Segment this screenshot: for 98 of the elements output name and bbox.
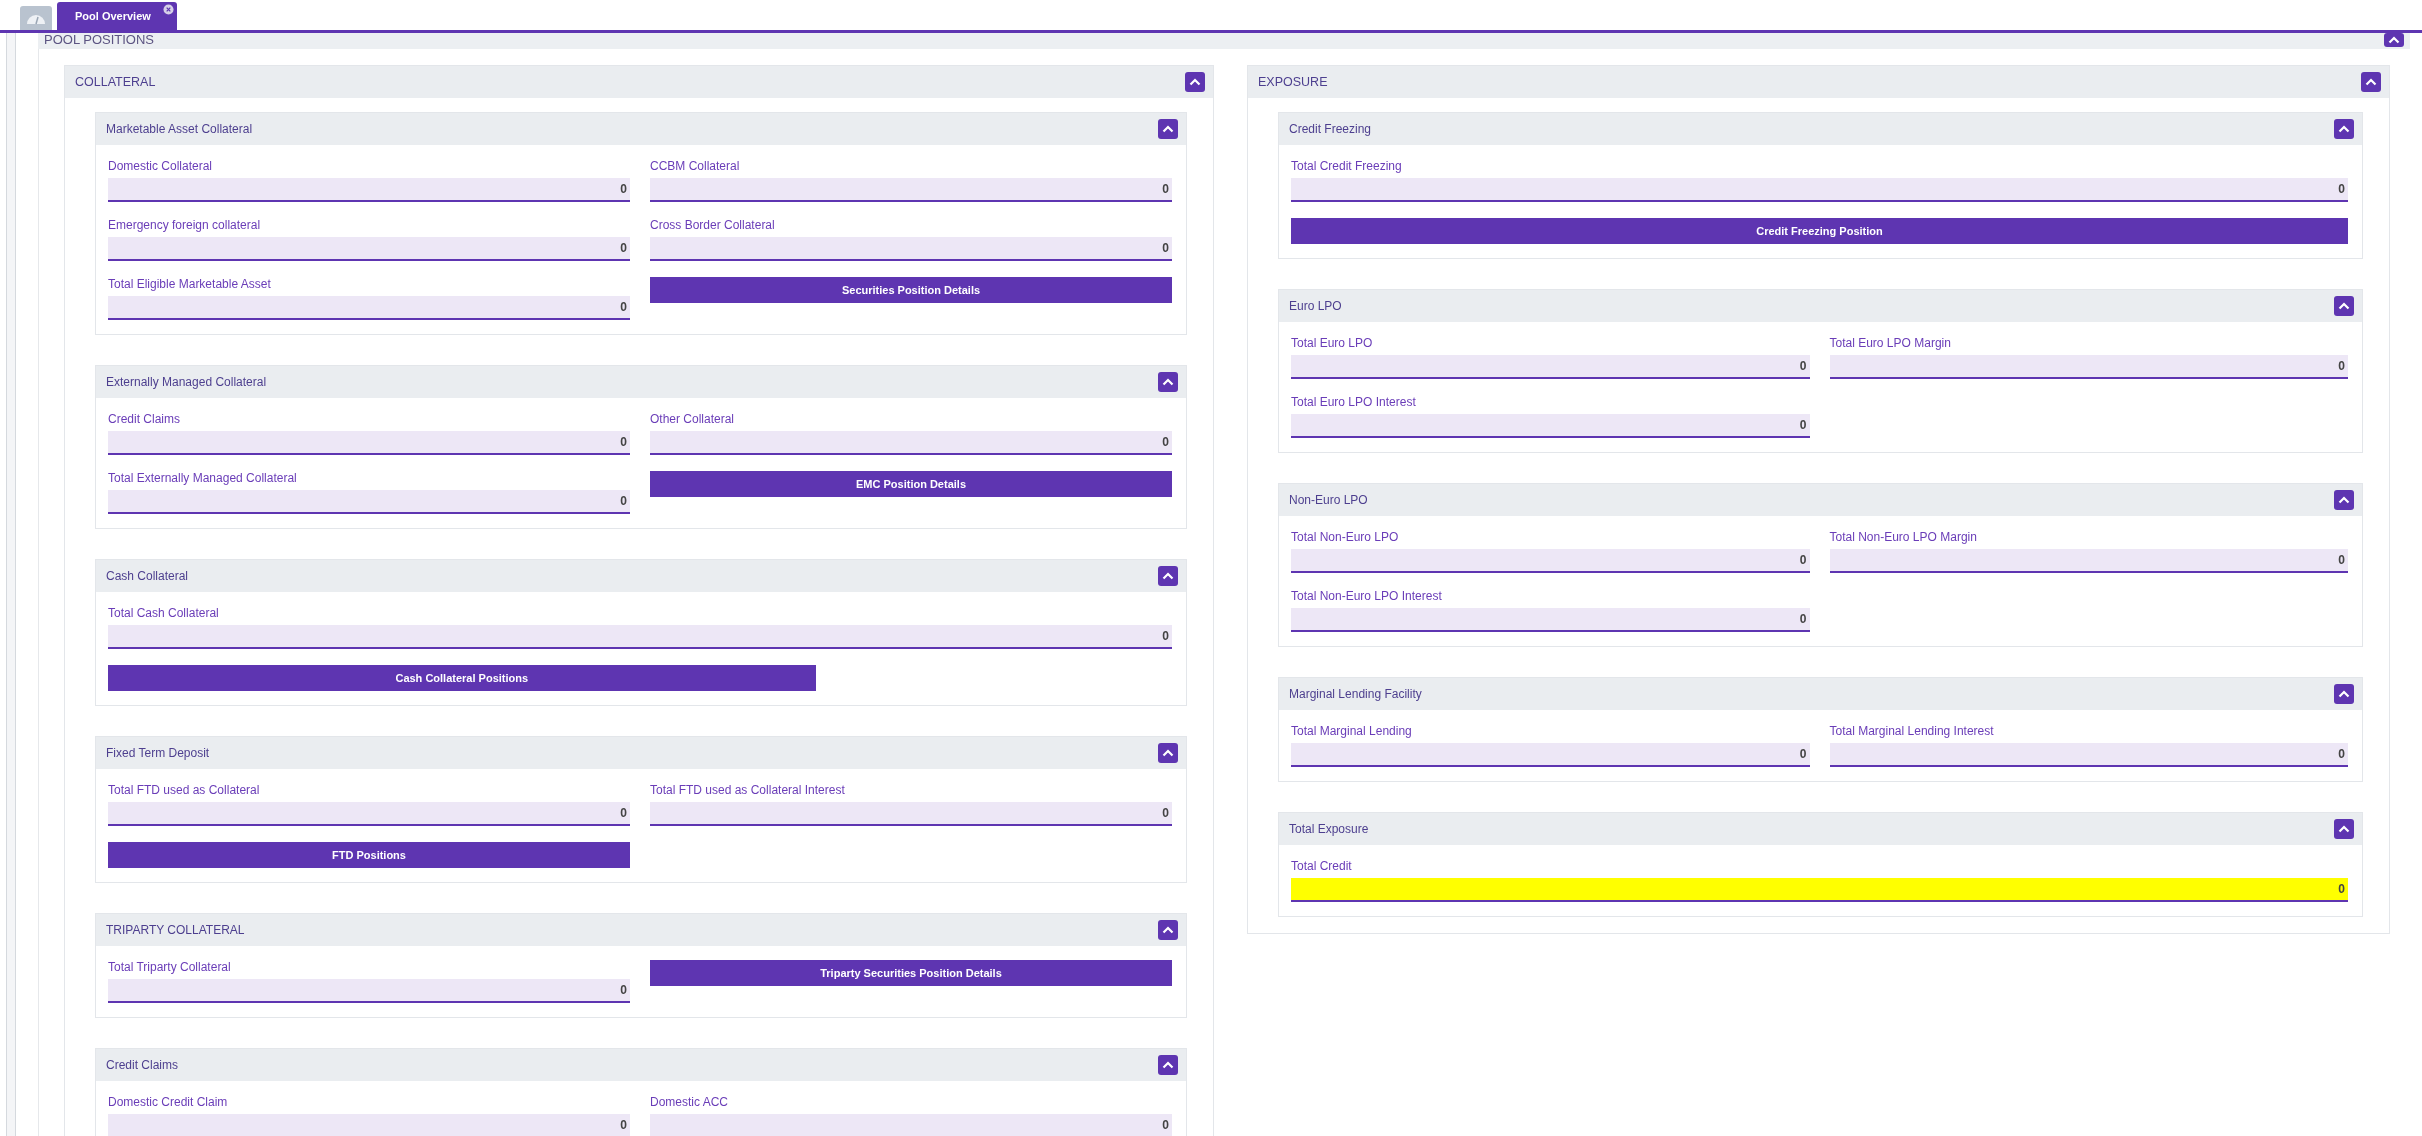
- field-label: Total Marginal Lending Interest: [1829, 724, 1995, 738]
- collapse-button[interactable]: [2334, 119, 2354, 139]
- action-button[interactable]: Triparty Securities Position Details: [650, 960, 1172, 986]
- field-label: Total Externally Managed Collateral: [108, 471, 298, 485]
- collapse-button[interactable]: [1158, 119, 1178, 139]
- chevron-up-icon: [1162, 926, 1174, 934]
- action-button[interactable]: EMC Position Details: [650, 471, 1172, 497]
- field-label: Total Non-Euro LPO Interest: [1291, 589, 1443, 603]
- section-title: Marginal Lending Facility: [1289, 687, 1422, 701]
- field-label: Other Collateral: [650, 412, 736, 426]
- chevron-up-icon: [1162, 749, 1174, 757]
- input-field[interactable]: 0: [650, 802, 1172, 826]
- chevron-up-icon: [2338, 496, 2350, 504]
- collapse-button[interactable]: [1158, 743, 1178, 763]
- chevron-up-icon: [1162, 572, 1174, 580]
- panel-title: POOL POSITIONS: [44, 34, 155, 46]
- section-title: Credit Claims: [106, 1058, 178, 1072]
- chevron-up-icon: [1162, 1061, 1174, 1069]
- field-label: Credit Claims: [108, 412, 181, 426]
- action-button[interactable]: FTD Positions: [108, 842, 630, 868]
- collapse-button[interactable]: [1158, 372, 1178, 392]
- field-label: Emergency foreign collateral: [108, 218, 262, 232]
- field-label: CCBM Collateral: [650, 159, 741, 173]
- input-field[interactable]: 0: [108, 490, 630, 514]
- input-field[interactable]: 0: [1291, 743, 1810, 767]
- input-field[interactable]: 0: [1829, 549, 2348, 573]
- input-field[interactable]: 0: [108, 979, 630, 1003]
- chevron-up-icon: [2338, 125, 2350, 133]
- input-field[interactable]: 0: [108, 802, 630, 826]
- section-title: Non-Euro LPO: [1289, 493, 1368, 507]
- field-label: Cross Border Collateral: [650, 218, 776, 232]
- action-button[interactable]: Cash Collateral Positions: [108, 665, 816, 691]
- input-field[interactable]: 0: [108, 178, 630, 202]
- chevron-up-icon: [2338, 302, 2350, 310]
- collapse-button[interactable]: [1158, 920, 1178, 940]
- input-field[interactable]: 0: [108, 431, 630, 455]
- section-title: Total Exposure: [1289, 822, 1369, 836]
- action-button[interactable]: Securities Position Details: [650, 277, 1172, 303]
- input-field[interactable]: 0: [1291, 549, 1810, 573]
- collapse-button[interactable]: [2361, 72, 2381, 92]
- field-label: Total Non-Euro LPO Margin: [1829, 530, 1978, 544]
- section-title: Credit Freezing: [1289, 122, 1372, 136]
- input-field[interactable]: 0: [108, 237, 630, 261]
- field-label: Total FTD used as Collateral Interest: [650, 783, 846, 797]
- chevron-up-icon: [2338, 825, 2350, 833]
- chevron-up-icon: [2388, 36, 2400, 44]
- input-field[interactable]: 0: [650, 1114, 1172, 1136]
- input-field[interactable]: 0: [1829, 743, 2348, 767]
- collapse-button[interactable]: [2334, 684, 2354, 704]
- chevron-up-icon: [1189, 78, 1201, 86]
- field-label: Total Non-Euro LPO: [1291, 530, 1400, 544]
- field-label: Total Eligible Marketable Asset: [108, 277, 272, 291]
- collapse-button[interactable]: [1158, 1055, 1178, 1075]
- panel-title: EXPOSURE: [1258, 75, 1328, 89]
- input-field[interactable]: 0: [1291, 178, 2348, 202]
- panel-title: COLLATERAL: [75, 75, 156, 89]
- section-title: Fixed Term Deposit: [106, 746, 210, 760]
- field-label: Total Marginal Lending: [1291, 724, 1413, 738]
- collapse-button[interactable]: [2334, 819, 2354, 839]
- collapse-button[interactable]: [2384, 33, 2404, 47]
- collapse-button[interactable]: [1158, 566, 1178, 586]
- input-field[interactable]: 0: [1291, 608, 1810, 632]
- field-label: Total Cash Collateral: [108, 606, 220, 620]
- field-label: Total Credit: [1291, 859, 1353, 873]
- field-label: Total Triparty Collateral: [108, 960, 232, 974]
- input-field[interactable]: 0: [1829, 355, 2348, 379]
- collapse-button[interactable]: [1185, 72, 1205, 92]
- field-label: Total FTD used as Collateral: [108, 783, 261, 797]
- action-button[interactable]: Credit Freezing Position: [1291, 218, 2348, 244]
- chevron-up-icon: [2338, 690, 2350, 698]
- field-label: Domestic ACC: [650, 1095, 730, 1109]
- section-title: Externally Managed Collateral: [106, 375, 267, 389]
- collapse-button[interactable]: [2334, 296, 2354, 316]
- chevron-up-icon: [1162, 125, 1174, 133]
- input-field[interactable]: 0: [1291, 414, 1810, 438]
- input-field[interactable]: 0: [650, 178, 1172, 202]
- input-field[interactable]: 0: [650, 431, 1172, 455]
- section-title: Euro LPO: [1289, 299, 1342, 313]
- input-field[interactable]: 0: [1291, 878, 2348, 902]
- collapse-button[interactable]: [2334, 490, 2354, 510]
- field-label: Total Euro LPO Interest: [1291, 395, 1417, 409]
- field-label: Domestic Collateral: [108, 159, 214, 173]
- section-title: Cash Collateral: [106, 569, 189, 583]
- input-field[interactable]: 0: [1291, 355, 1810, 379]
- close-icon[interactable]: [162, 4, 174, 15]
- field-label: Total Credit Freezing: [1291, 159, 1403, 173]
- field-label: Total Euro LPO Margin: [1829, 336, 1952, 350]
- section-title: TRIPARTY COLLATERAL: [106, 923, 245, 937]
- input-field[interactable]: 0: [108, 1114, 630, 1136]
- input-field[interactable]: 0: [650, 237, 1172, 261]
- tab[interactable]: Pool Overview: [57, 2, 177, 30]
- input-field[interactable]: 0: [108, 296, 630, 320]
- field-label: Total Euro LPO: [1291, 336, 1374, 350]
- field-label: Domestic Credit Claim: [108, 1095, 229, 1109]
- input-field[interactable]: 0: [108, 625, 1172, 649]
- chevron-up-icon: [1162, 378, 1174, 386]
- chevron-up-icon: [2365, 78, 2377, 86]
- section-title: Marketable Asset Collateral: [106, 122, 253, 136]
